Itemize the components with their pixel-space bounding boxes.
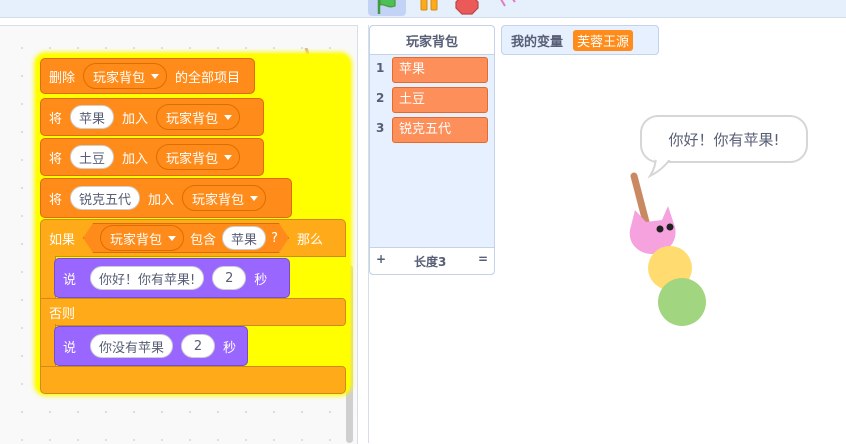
list-dropdown[interactable]: 玩家背包 — [83, 63, 168, 89]
list-item[interactable]: 1 苹果 — [370, 57, 494, 83]
caret-down-icon — [151, 73, 160, 79]
dropdown-label: 玩家背包 — [110, 232, 163, 248]
list-item-value[interactable]: 土豆 — [392, 87, 488, 113]
sprite-thumbnail-icon — [497, 0, 517, 12]
list-monitor[interactable]: 玩家背包 1 苹果 2 土豆 3 锐克五代 + 长度3 = — [369, 25, 495, 275]
if-else-block[interactable]: 如果 玩家背包 包含 苹果 ? 那么 — [40, 219, 346, 257]
say-label: 说 — [63, 340, 77, 356]
list-item-index: 2 — [376, 91, 385, 105]
item-input[interactable]: 苹果 — [222, 226, 266, 250]
item-input[interactable]: 锐克五代 — [70, 186, 141, 210]
block-label: 将 — [49, 111, 63, 127]
seconds-input[interactable]: 2 — [212, 266, 247, 290]
then-label: 那么 — [296, 232, 323, 248]
dropdown-label: 玩家背包 — [192, 192, 245, 208]
block-label: 加入 — [122, 151, 149, 167]
say-for-secs-block[interactable]: 说 你好！你有苹果! 2 秒 — [54, 258, 290, 298]
caret-down-icon — [168, 236, 176, 241]
list-length: 长度3 — [414, 255, 447, 269]
else-bar: 否则 — [40, 298, 346, 326]
add-item-block[interactable]: 将 土豆 加入 玩家背包 — [40, 138, 264, 176]
say-for-secs-block[interactable]: 说 你没有苹果 2 秒 — [54, 326, 248, 366]
list-item-value[interactable]: 锐克五代 — [392, 117, 488, 143]
stop-icon — [455, 0, 479, 15]
seconds-input[interactable]: 2 — [181, 334, 216, 358]
dango-sprite-icon[interactable] — [622, 170, 722, 326]
item-input[interactable]: 土豆 — [70, 145, 115, 169]
block-label: 加入 — [148, 192, 175, 208]
else-label: 否则 — [49, 306, 76, 322]
message-input[interactable]: 你好！你有苹果! — [90, 266, 205, 290]
say-label: 说 — [63, 272, 77, 288]
speech-text: 你好！你有苹果! — [668, 130, 780, 149]
caret-down-icon — [250, 195, 259, 201]
variable-monitor[interactable]: 我的变量 芙蓉王源 — [501, 25, 659, 55]
delete-all-block[interactable]: 删除 玩家背包 的全部项目 — [40, 58, 255, 94]
resize-handle[interactable]: = — [478, 252, 488, 266]
list-item-index: 3 — [376, 121, 385, 135]
list-item-value[interactable]: 苹果 — [392, 57, 488, 83]
green-flag-button[interactable] — [368, 0, 406, 16]
list-monitor-title: 玩家背包 — [370, 26, 494, 55]
list-dropdown[interactable]: 玩家背包 — [100, 225, 184, 251]
contains-label: 包含 — [190, 232, 217, 248]
list-dropdown[interactable]: 玩家背包 — [156, 104, 241, 130]
stop-button[interactable] — [454, 0, 480, 16]
item-input[interactable]: 苹果 — [70, 105, 115, 129]
list-contains-condition[interactable]: 玩家背包 包含 苹果 ? — [83, 223, 289, 253]
block-label: 加入 — [122, 111, 149, 127]
dropdown-label: 玩家背包 — [166, 151, 219, 167]
list-item-index: 1 — [376, 61, 385, 75]
variable-label: 我的变量 — [511, 34, 564, 50]
pause-button[interactable] — [418, 0, 442, 14]
variable-value: 芙蓉王源 — [573, 29, 634, 51]
green-flag-icon — [377, 0, 396, 14]
list-dropdown[interactable]: 玩家背包 — [182, 185, 267, 211]
list-monitor-footer: + 长度3 = — [370, 247, 494, 274]
question-mark: ? — [271, 230, 278, 246]
caret-down-icon — [224, 114, 233, 120]
add-item-button[interactable]: + — [376, 252, 386, 266]
block-label: 将 — [49, 151, 63, 167]
caret-down-icon — [224, 154, 233, 160]
block-label: 将 — [49, 192, 63, 208]
if-label: 如果 — [49, 232, 76, 248]
add-item-block[interactable]: 将 苹果 加入 玩家背包 — [40, 98, 264, 136]
if-else-bottom — [40, 366, 346, 394]
list-item[interactable]: 3 锐克五代 — [370, 117, 494, 143]
add-item-block[interactable]: 将 锐克五代 加入 玩家背包 — [40, 178, 292, 218]
message-input[interactable]: 你没有苹果 — [90, 334, 174, 358]
list-item[interactable]: 2 土豆 — [370, 87, 494, 113]
dropdown-label: 玩家背包 — [166, 111, 219, 127]
pause-icon — [420, 0, 438, 11]
list-dropdown[interactable]: 玩家背包 — [156, 144, 241, 170]
block-label: 的全部项目 — [175, 70, 241, 86]
block-label: 删除 — [49, 70, 76, 86]
seconds-unit: 秒 — [223, 340, 237, 356]
dropdown-label: 玩家背包 — [93, 70, 146, 86]
seconds-unit: 秒 — [254, 272, 268, 288]
